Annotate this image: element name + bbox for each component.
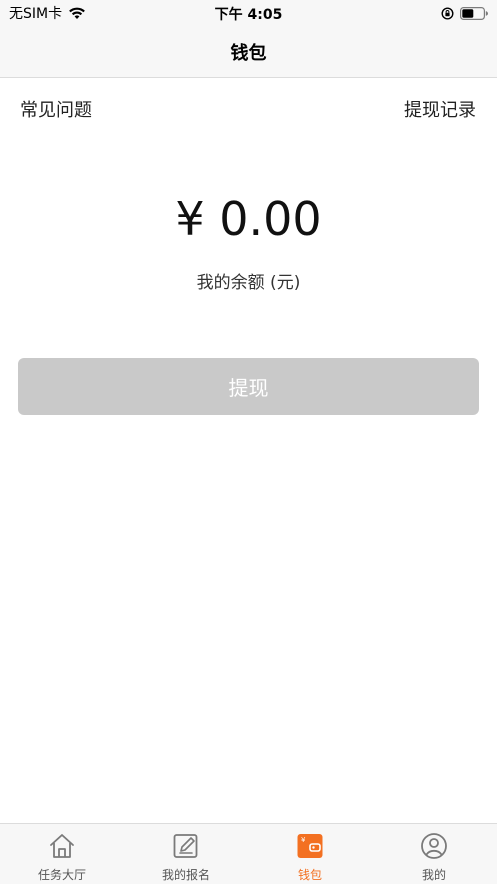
tab-bar: 任务大厅 我的报名 ¥ 钱包 我的 <box>0 823 497 884</box>
tab-label: 任务大厅 <box>37 868 86 882</box>
tab-task-hall[interactable]: 任务大厅 <box>0 824 124 884</box>
nav-bar: 钱包 <box>0 26 497 78</box>
withdraw-button[interactable]: 提现 <box>18 358 479 415</box>
orientation-lock-icon <box>441 6 454 20</box>
balance-label: 我的余额 (元) <box>196 273 301 293</box>
edit-icon <box>173 834 198 858</box>
faq-link[interactable]: 常见问题 <box>20 96 92 122</box>
tab-label: 钱包 <box>297 868 322 882</box>
battery-icon <box>460 6 488 20</box>
svg-text:¥: ¥ <box>301 836 306 844</box>
wallet-icon: ¥ <box>297 834 323 858</box>
status-right <box>441 4 488 22</box>
page-title: 钱包 <box>230 43 267 64</box>
status-time: 下午 4:05 <box>214 7 283 23</box>
tab-my-signups[interactable]: 我的报名 <box>124 824 248 884</box>
tab-wallet[interactable]: ¥ 钱包 <box>248 824 372 884</box>
status-bar: 无SIM卡 下午 4:05 <box>0 0 497 26</box>
balance-amount: ¥ 0.00 <box>175 192 322 246</box>
tab-mine[interactable]: 我的 <box>372 824 496 884</box>
user-icon <box>421 833 447 859</box>
tab-label: 我的报名 <box>161 868 210 882</box>
tab-label: 我的 <box>421 868 446 882</box>
home-icon <box>50 834 74 858</box>
withdraw-records-link[interactable]: 提现记录 <box>404 96 476 122</box>
withdraw-button-label: 提现 <box>228 376 269 400</box>
